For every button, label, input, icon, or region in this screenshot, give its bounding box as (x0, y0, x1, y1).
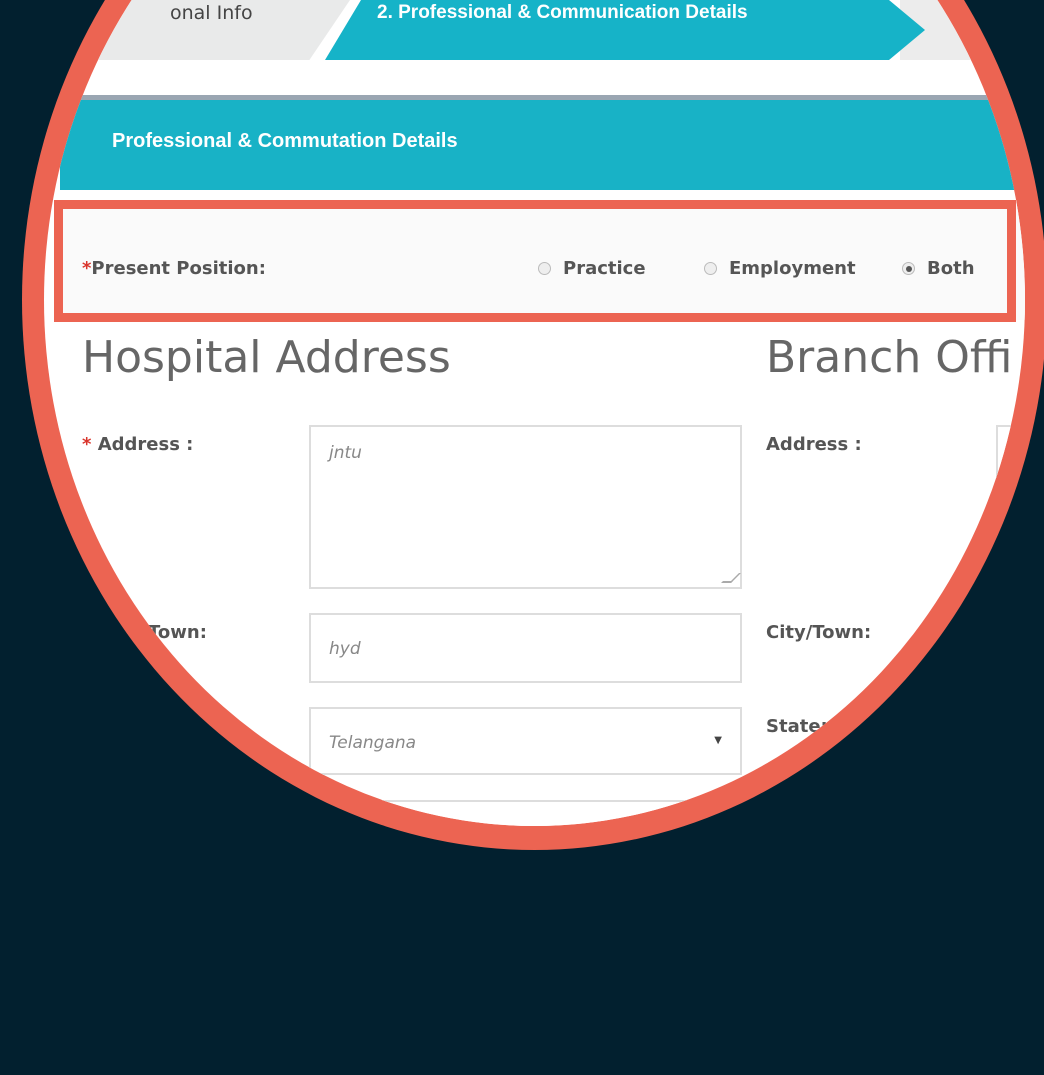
hospital-state-select[interactable]: Telangana ▼ (309, 707, 742, 775)
branch-office-heading: Branch Offi (766, 332, 1013, 383)
branch-address-label: Address : (766, 434, 862, 455)
magnified-area: onal Info 2. Professional & Communicatio… (44, 0, 1025, 826)
tab-personal-info[interactable]: onal Info (60, 0, 350, 60)
highlight-box (54, 200, 1016, 322)
tab-personal-info-label: onal Info (170, 2, 253, 24)
section-header: Professional & Commutation Details (60, 100, 1025, 190)
next-input[interactable] (309, 800, 742, 826)
hospital-city-value: hyd (329, 639, 361, 659)
section-title: Professional & Commutation Details (112, 130, 458, 152)
branch-city-label: City/Town: (766, 622, 872, 643)
hospital-state-value: Telangana (329, 733, 417, 753)
tab-professional-label: 2. Professional & Communication Details (377, 2, 748, 23)
tab-professional-communication[interactable]: 2. Professional & Communication Details (325, 0, 925, 60)
hospital-address-heading: Hospital Address (82, 332, 451, 383)
hospital-city-label: Town: (148, 622, 207, 643)
branch-state-label: State: (766, 716, 828, 737)
hospital-city-input[interactable]: hyd (309, 613, 742, 683)
hospital-address-label: * Address : (82, 434, 194, 455)
chevron-down-icon: ▼ (714, 735, 722, 746)
hospital-address-value: jntu (329, 443, 362, 463)
hospital-address-textarea[interactable]: jntu (309, 425, 742, 589)
resize-handle-icon[interactable] (721, 573, 741, 583)
branch-address-textarea[interactable] (996, 425, 1025, 505)
